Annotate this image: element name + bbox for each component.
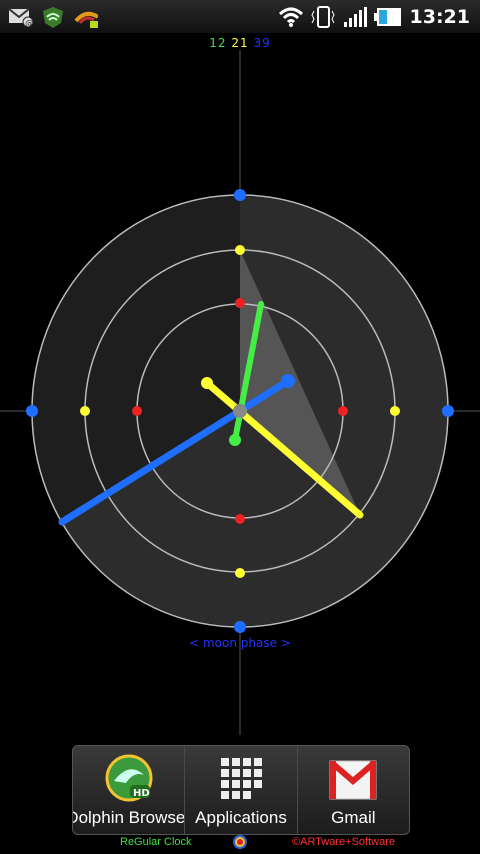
- dock-label-gmail: Gmail: [331, 808, 376, 827]
- dock-bar: HD Dolphin Browser Applications Gmail: [72, 745, 410, 835]
- apps-grid-icon: [215, 752, 267, 804]
- clock-center: [233, 404, 247, 418]
- regular-clock-widget[interactable]: [0, 0, 480, 854]
- dock-label-dolphin-browser: Dolphin Browser: [73, 808, 186, 827]
- hour-hand-tip: [229, 434, 241, 446]
- gmail-icon: [327, 752, 379, 804]
- minute-hand-tip: [201, 377, 213, 389]
- dolphin-browser-icon: HD: [103, 752, 155, 804]
- dock-label-applications: Applications: [195, 808, 287, 827]
- svg-text:HD: HD: [133, 788, 150, 799]
- dock-item-gmail[interactable]: Gmail: [298, 746, 409, 834]
- footer-copyright: ©ARTware+Software: [292, 836, 395, 848]
- target-icon[interactable]: [232, 834, 248, 850]
- second-hand-tip: [281, 374, 295, 388]
- footer-app-name: ReGular Clock: [120, 836, 192, 848]
- dock-item-dolphin-browser[interactable]: HD Dolphin Browser: [73, 746, 186, 834]
- dock-item-applications[interactable]: Applications: [185, 746, 298, 834]
- moon-phase-link[interactable]: < moon phase >: [0, 636, 480, 650]
